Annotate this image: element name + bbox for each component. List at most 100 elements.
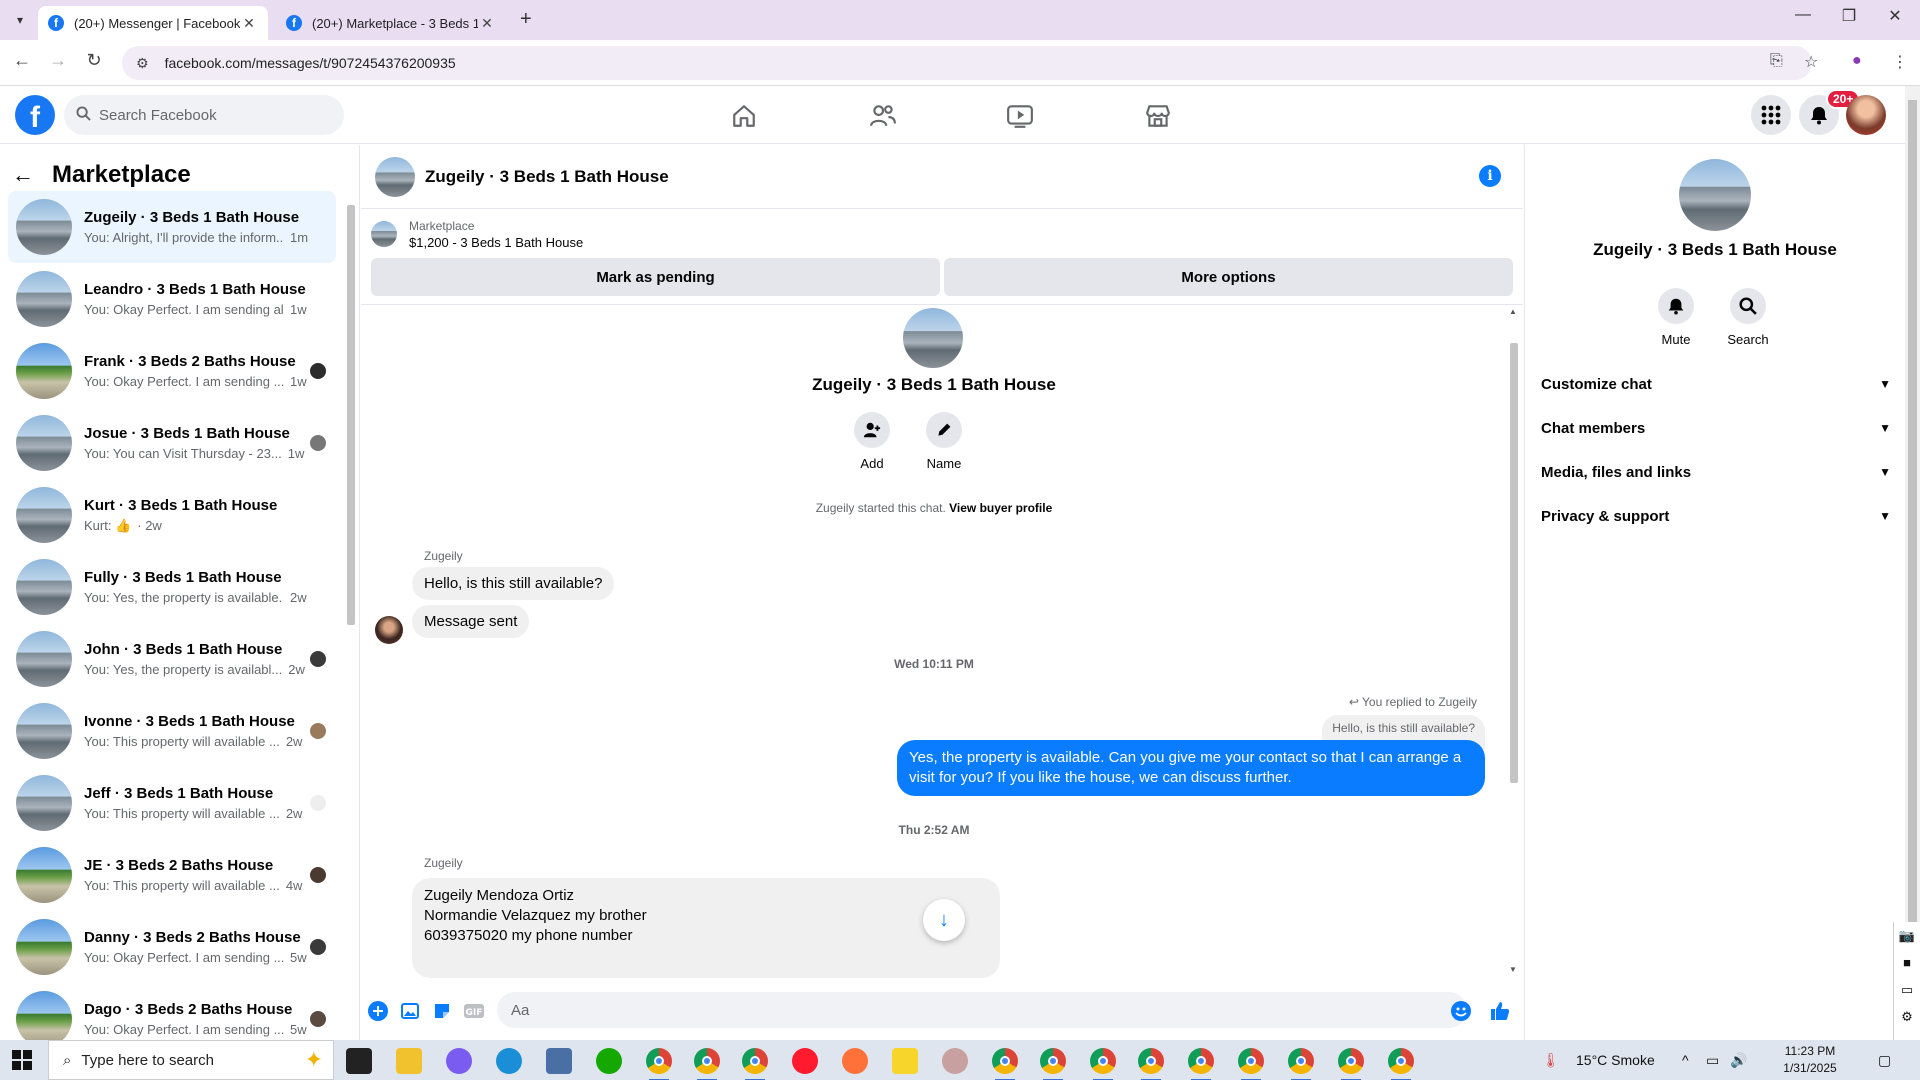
volume-icon[interactable]: 🔊 [1730,1052,1747,1069]
edge-browser-icon[interactable] [496,1048,522,1074]
chrome-icon[interactable] [1288,1048,1314,1080]
facebook-search-input[interactable]: Search Facebook [64,95,344,135]
scroll-up-arrow-icon[interactable]: ▲ [1509,307,1517,316]
site-info-icon[interactable]: ⚙ [136,55,149,72]
chrome-icon[interactable] [742,1048,768,1080]
restore-icon[interactable]: ❐ [1826,6,1872,26]
file-explorer-icon[interactable] [396,1048,422,1074]
account-avatar[interactable] [1846,95,1886,135]
incoming-message[interactable]: Message sent [412,605,530,638]
chrome-icon[interactable] [1188,1048,1214,1080]
browser-profile-icon[interactable]: ● [1852,52,1862,70]
back-arrow-icon[interactable]: ← [12,162,52,188]
window-close-icon[interactable]: ✕ [1872,6,1918,26]
incoming-message[interactable]: Hello, is this still available? [412,567,615,600]
conversation-item[interactable]: Josue · 3 Beds 1 Bath House You: You can … [8,407,336,479]
info-icon[interactable]: i [1479,165,1501,187]
sticker-icon[interactable] [431,1000,453,1022]
chrome-icon[interactable] [694,1048,720,1080]
scrollbar-thumb[interactable] [347,205,355,625]
contact-avatar[interactable] [1679,159,1751,231]
system-clock[interactable]: 11:23 PM 1/31/2025 [1770,1043,1850,1077]
chrome-icon[interactable] [1338,1048,1364,1080]
notification-center-icon[interactable]: ▢ [1878,1052,1891,1069]
conversation-item[interactable]: Dago · 3 Beds 2 Baths House You: Okay Per… [8,983,336,1040]
calculator-icon[interactable] [546,1048,572,1074]
message-input[interactable]: Aa [497,992,1467,1028]
weather-icon[interactable]: 🌡 [1542,1052,1560,1069]
window-icon[interactable]: ▭ [1894,976,1920,1003]
customize-chat-section[interactable]: Customize chat ▼ [1541,362,1891,406]
app-icon[interactable] [942,1048,968,1074]
opera-icon[interactable] [792,1048,818,1074]
minimize-icon[interactable]: — [1780,6,1826,24]
video-camera-icon[interactable]: ■ [1894,949,1920,976]
chat-title[interactable]: Zugeily · 3 Beds 1 Bath House [425,167,669,187]
tab-close-icon[interactable]: ✕ [478,15,496,32]
chrome-icon[interactable] [1090,1048,1116,1080]
page-scrollbar[interactable] [1905,86,1920,1040]
browser-menu-icon[interactable]: ⋮ [1892,52,1908,72]
marketplace-listing-bar[interactable]: Marketplace $1,200 - 3 Beds 1 Bath House [361,210,1523,258]
sender-avatar[interactable] [375,616,403,644]
marketplace-icon[interactable] [1138,100,1178,132]
name-chat-button[interactable]: Name [914,412,974,471]
privacy-support-section[interactable]: Privacy & support ▼ [1541,494,1891,538]
taskbar-search-input[interactable]: ⌕ Type here to search ✦ [48,1040,334,1080]
menu-grid-icon[interactable] [1751,95,1791,135]
outgoing-message[interactable]: Yes, the property is available. Can you … [897,740,1485,796]
conversation-item[interactable]: Danny · 3 Beds 2 Baths House You: Okay Pe… [8,911,336,983]
search-in-chat-button[interactable]: Search [1718,288,1778,347]
thumbs-up-icon[interactable] [1489,1000,1511,1022]
view-buyer-profile-link[interactable]: View buyer profile [949,501,1052,515]
mark-as-pending-button[interactable]: Mark as pending [371,258,940,296]
photo-icon[interactable] [399,1000,421,1022]
chrome-icon[interactable] [1238,1048,1264,1080]
chat-members-section[interactable]: Chat members ▼ [1541,406,1891,450]
friends-icon[interactable] [863,100,903,132]
emoji-icon[interactable] [1450,1000,1472,1022]
incoming-message[interactable]: Zugeily Mendoza Ortiz Normandie Velazque… [412,878,1000,978]
gif-icon[interactable]: GIF [463,1000,485,1022]
home-icon[interactable] [724,100,764,132]
conversation-item[interactable]: Leandro · 3 Beds 1 Bath House You: Okay P… [8,263,336,335]
chat-scrollbar[interactable]: ▲ ▼ [1507,305,1521,980]
scrollbar-thumb[interactable] [1510,343,1518,783]
plus-circle-icon[interactable] [367,1000,389,1022]
upwork-icon[interactable] [596,1048,622,1074]
more-options-button[interactable]: More options [944,258,1513,296]
chrome-icon[interactable] [1388,1048,1414,1080]
watch-video-icon[interactable] [1000,100,1040,132]
conversation-item[interactable]: Fully · 3 Beds 1 Bath House You: Yes, the… [8,551,336,623]
copilot-icon[interactable] [446,1048,472,1074]
chrome-icon[interactable] [646,1048,672,1080]
back-arrow-icon[interactable]: ← [8,50,36,71]
weather-text[interactable]: 15°C Smoke [1576,1052,1655,1068]
conversation-item[interactable]: Frank · 3 Beds 2 Baths House You: Okay Pe… [8,335,336,407]
conversation-item[interactable]: Zugeily · 3 Beds 1 Bath House You: Alrigh… [8,191,336,263]
scroll-to-bottom-arrow-icon[interactable]: ↓ [923,899,965,941]
chrome-icon[interactable] [1040,1048,1066,1080]
network-icon[interactable]: ▭ [1706,1052,1719,1069]
install-app-icon[interactable]: ⎘ [1770,52,1783,70]
chrome-icon[interactable] [992,1048,1018,1080]
conversation-item[interactable]: John · 3 Beds 1 Bath House You: Yes, the … [8,623,336,695]
reload-icon[interactable]: ↻ [80,50,108,71]
settings-gear-icon[interactable]: ⚙ [1894,1003,1920,1030]
sidebar-scrollbar[interactable] [346,195,356,1035]
conversation-item[interactable]: Jeff · 3 Beds 1 Bath House You: This prop… [8,767,336,839]
tray-chevron-up-icon[interactable]: ^ [1682,1052,1689,1068]
conversation-item[interactable]: Ivonne · 3 Beds 1 Bath House You: This pr… [8,695,336,767]
url-omnibox[interactable]: ⚙ facebook.com/messages/t/90724543762009… [122,46,1812,80]
chat-avatar[interactable] [375,156,415,197]
windows-start-icon[interactable] [12,1050,32,1070]
browser-tab-marketplace[interactable]: f (20+) Marketplace - 3 Beds 1 Ba ✕ [276,6,506,40]
task-view-icon[interactable] [346,1048,372,1074]
add-people-button[interactable]: Add [842,412,902,471]
mute-button[interactable]: Mute [1646,288,1706,347]
new-tab-plus-icon[interactable]: + [520,8,532,31]
tab-search-chevron-icon[interactable]: ▾ [8,8,32,32]
sticky-notes-icon[interactable] [892,1048,918,1074]
tab-close-icon[interactable]: ✕ [240,15,258,32]
firefox-icon[interactable] [842,1048,868,1074]
